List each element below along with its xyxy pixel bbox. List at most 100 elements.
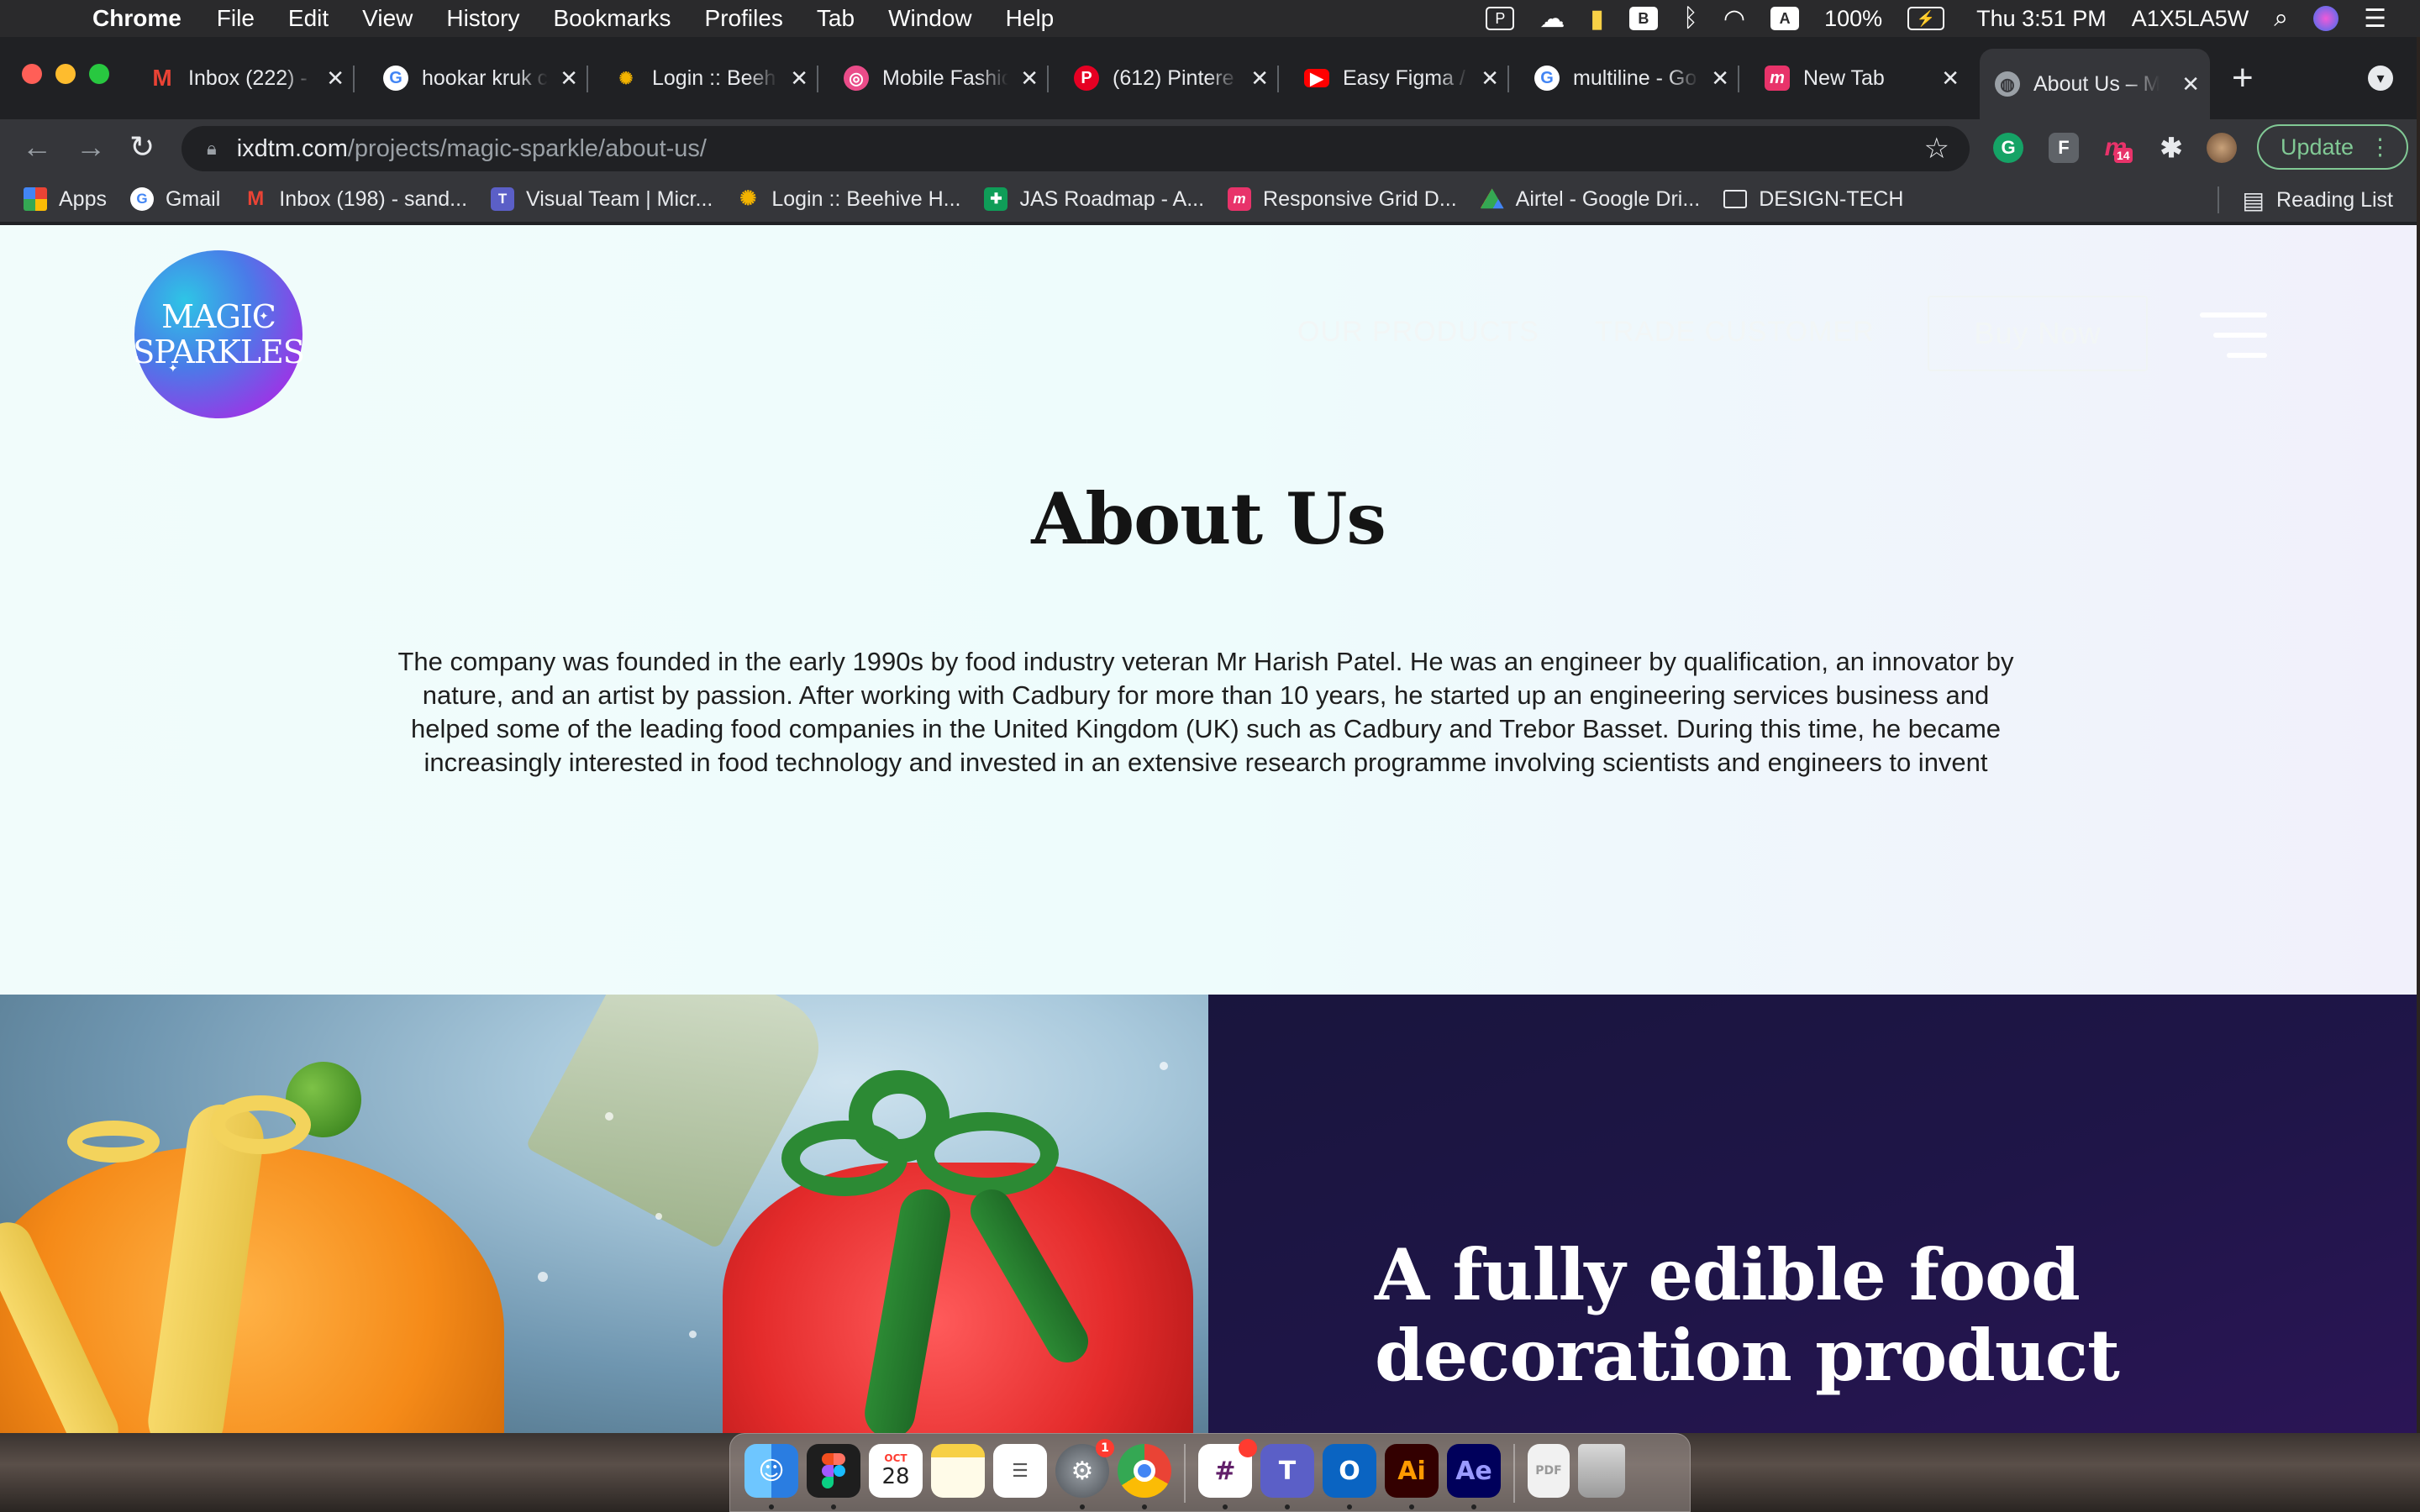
tab-close-icon[interactable]: ✕ (326, 66, 345, 92)
kebab-menu-icon[interactable]: ⋮ (2369, 134, 2391, 160)
bookmark-airtel-drive[interactable]: Airtel - Google Dri... (1480, 187, 1700, 212)
reload-icon[interactable]: ↻ (129, 129, 155, 165)
tab-google-multiline[interactable]: G multiline - Go ✕ (1519, 49, 1739, 108)
forward-arrow-icon[interactable]: → (76, 129, 106, 165)
menu-clock[interactable]: Thu 3:51 PM (1976, 6, 2107, 32)
nav-trade-customer[interactable]: TRADE CUSTOMER (1595, 316, 1875, 349)
bookmark-flag-icon[interactable]: ▮ (1590, 4, 1604, 34)
tab-close-icon[interactable]: ✕ (790, 66, 808, 92)
tab-youtube-figma[interactable]: ▶ Easy Figma / ✕ (1289, 49, 1509, 108)
gmail-icon: M (152, 65, 172, 91)
buy-now-button[interactable]: Buy Now (1928, 296, 2148, 371)
lock-icon[interactable]: 🔒︎ (207, 138, 217, 160)
input-source-icon[interactable]: A (1770, 7, 1800, 30)
bookmark-responsive-grid[interactable]: m Responsive Grid D... (1228, 187, 1457, 212)
menu-edit[interactable]: Edit (288, 5, 329, 32)
menu-history[interactable]: History (446, 5, 519, 32)
finder-icon[interactable]: ☺ (744, 1444, 798, 1509)
battery-icon[interactable]: ⚡ (1907, 7, 1945, 30)
wifi-icon[interactable]: ◠ (1723, 4, 1745, 34)
close-window-button[interactable] (22, 64, 42, 84)
trash-icon[interactable] (1578, 1444, 1625, 1498)
drive-icon (1480, 188, 1504, 209)
chrome-update-button[interactable]: Update ⋮ (2257, 124, 2408, 170)
extensions-puzzle-icon[interactable]: ✱ (2156, 133, 2186, 163)
menu-window[interactable]: Window (888, 5, 972, 32)
magic-sparkles-logo[interactable]: ✦ ✦ MAGIC SPARKLES (133, 250, 305, 418)
tab-close-icon[interactable]: ✕ (1711, 66, 1729, 92)
tab-close-icon[interactable]: ✕ (1481, 66, 1499, 92)
tab-dribbble[interactable]: ◎ Mobile Fashio ✕ (829, 49, 1049, 108)
tab-beehive-login[interactable]: ✺ Login :: Beeh ✕ (598, 49, 818, 108)
calendar-icon[interactable]: OCT 28 (869, 1444, 923, 1498)
back-arrow-icon[interactable]: ← (22, 129, 52, 165)
bookmark-apps[interactable]: Apps (24, 187, 107, 212)
bookmark-visual-team[interactable]: T Visual Team | Micr... (491, 187, 713, 212)
nav-our-products[interactable]: OUR PRODUCTS (1297, 316, 1539, 349)
slack-icon[interactable]: # (1198, 1439, 1257, 1509)
menu-help[interactable]: Help (1006, 5, 1055, 32)
tab-close-icon[interactable]: ✕ (2181, 71, 2200, 97)
tab-gmail-inbox[interactable]: M Inbox (222) - ✕ (134, 49, 355, 108)
bluetooth-icon[interactable]: ᛒ (1683, 4, 1698, 33)
f-extension-icon[interactable]: F (2049, 133, 2079, 163)
tab-close-icon[interactable]: ✕ (1020, 66, 1039, 92)
pasteboard-icon[interactable]: P (1486, 7, 1515, 30)
google-icon: G (1534, 66, 1560, 91)
tab-close-icon[interactable]: ✕ (560, 66, 578, 92)
hamburger-menu-icon[interactable] (2200, 312, 2267, 360)
menu-app-name[interactable]: Chrome (92, 5, 182, 32)
minimize-window-button[interactable] (55, 64, 76, 84)
bookmark-inbox[interactable]: M Inbox (198) - sand... (244, 187, 467, 212)
outlook-icon[interactable]: O (1323, 1444, 1376, 1509)
tab-pinterest[interactable]: P (612) Pintere ✕ (1059, 49, 1279, 108)
zoom-window-button[interactable] (89, 64, 109, 84)
menu-view[interactable]: View (362, 5, 413, 32)
battery-percent[interactable]: 100% (1824, 6, 1882, 32)
tab-google-search-hookar[interactable]: G hookar kruk c ✕ (368, 49, 588, 108)
url-path: /projects/magic-sparkle/about-us/ (347, 134, 707, 162)
control-center-icon[interactable]: ☰ (2364, 4, 2386, 34)
menu-tab[interactable]: Tab (817, 5, 855, 32)
bookmark-design-tech-folder[interactable]: DESIGN-TECH (1723, 187, 1903, 212)
bookmark-gmail[interactable]: G Gmail (129, 187, 220, 212)
spotlight-search-icon[interactable]: ⌕ (2274, 4, 2288, 33)
address-bar[interactable]: 🔒︎ ixdtm.com/projects/magic-sparkle/abou… (182, 126, 1970, 171)
menu-user[interactable]: A1X5LA5W (2132, 6, 2249, 32)
tab-new-tab[interactable]: m New Tab ✕ (1749, 49, 1970, 108)
dribbble-icon: ◎ (844, 66, 869, 91)
bookmark-jas-roadmap[interactable]: ✚ JAS Roadmap - A... (984, 187, 1204, 212)
tab-close-icon[interactable]: ✕ (1250, 66, 1269, 92)
profile-avatar[interactable] (2207, 133, 2237, 163)
system-preferences-icon[interactable]: ⚙ 1 (1055, 1439, 1114, 1509)
tab-search-chevron-icon[interactable]: ▾ (2368, 66, 2393, 91)
chrome-icon[interactable] (1118, 1444, 1171, 1509)
pinterest-icon: P (1074, 66, 1099, 91)
teams-icon[interactable]: T (1260, 1444, 1314, 1509)
bookmark-beehive[interactable]: ✺ Login :: Beehive H... (736, 187, 960, 212)
new-tab-plus-icon[interactable]: + (2232, 57, 2254, 99)
siri-icon[interactable] (2313, 6, 2339, 31)
after-effects-icon[interactable]: Ae (1447, 1444, 1501, 1509)
edible-gifts-photo (0, 995, 1208, 1433)
menu-profiles[interactable]: Profiles (705, 5, 783, 32)
illustrator-icon[interactable]: Ai (1385, 1444, 1439, 1509)
miro-extension-icon[interactable]: m14 (2101, 133, 2133, 163)
chrome-window: M Inbox (222) - ✕ G hookar kruk c ✕ ✺ Lo… (0, 37, 2417, 1433)
menu-file[interactable]: File (217, 5, 255, 32)
tab-close-icon[interactable]: ✕ (1941, 66, 1960, 92)
notes-icon[interactable] (931, 1444, 985, 1498)
reading-list-button[interactable]: ▤ Reading List (2217, 176, 2393, 223)
creative-cloud-icon[interactable]: ☁ (1539, 4, 1565, 34)
apps-grid-icon (24, 187, 47, 211)
figma-icon[interactable] (807, 1444, 860, 1509)
menu-bookmarks[interactable]: Bookmarks (553, 5, 671, 32)
feature-heading: A fully edible food decoration product (1375, 1233, 2120, 1397)
bookmark-star-icon[interactable]: ☆ (1924, 132, 1949, 165)
sheets-icon: ✚ (984, 187, 1008, 211)
reminders-icon[interactable]: ☰ (993, 1444, 1047, 1498)
tab-about-us-active[interactable]: ◍ About Us – M ✕ (1980, 49, 2210, 119)
screen-record-icon[interactable]: B (1628, 7, 1658, 30)
grammarly-extension-icon[interactable]: G (1993, 133, 2023, 163)
documents-icon[interactable]: PDF (1528, 1444, 1570, 1498)
